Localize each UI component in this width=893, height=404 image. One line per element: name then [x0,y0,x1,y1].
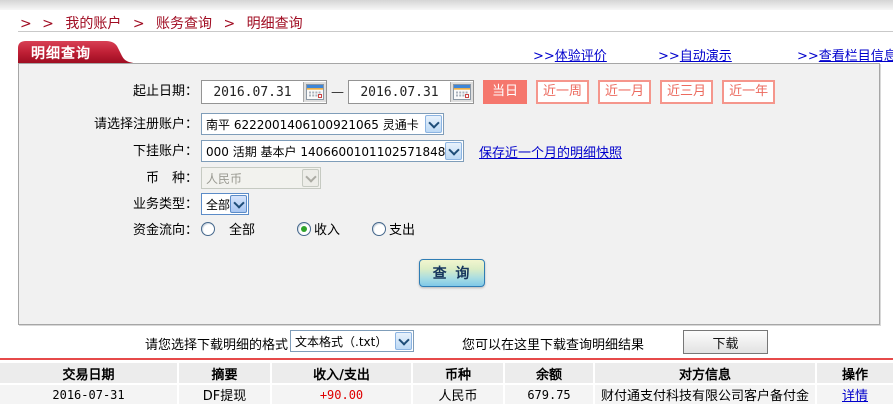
chevron-down-icon [425,115,442,133]
chevron-down-icon [302,169,319,187]
biz-type-label: 业务类型： [19,193,198,217]
date-from-input[interactable]: 2016.07.31 [201,80,327,104]
breadcrumb-prefix: > > [20,16,57,32]
radio-flow-all-label: 全部 [229,219,255,238]
form-row-flow: 资金流向： 全部 收入 支出 [19,219,879,245]
link-label: 查看栏目信息 [819,49,893,64]
flow-label: 资金流向： [19,219,198,243]
quick-button-today[interactable]: 当日 [483,80,527,104]
download-format-value: 文本格式（.txt） [295,333,395,350]
quick-button-last-month[interactable]: 近一月 [598,80,651,104]
breadcrumb-detail-query[interactable]: 明细查询 [247,16,303,32]
form-row-currency: 币 种： 人民币 [19,167,879,193]
download-hint: 您可以在这里下载查询明细结果 [462,334,644,353]
table-row: 2016-07-31 DF提现 +90.00 人民币 679.75 财付通支付科… [0,385,893,404]
table-top-divider [0,358,893,360]
link-label: 自动演示 [680,49,732,64]
biz-type-value: 全部 [206,196,230,213]
link-prefix: >> [797,49,819,64]
chevron-down-icon [230,195,247,213]
save-snapshot-link[interactable]: 保存近一个月的明细快照 [479,142,622,161]
calendar-icon[interactable] [450,82,473,102]
cell-summary: DF提现 [177,385,270,404]
date-range-separator: — [331,85,344,100]
download-button[interactable]: 下载 [683,330,768,354]
form-row-registered-account: 请选择注册账户： 南平 6222001406100921065 灵通卡 [19,113,879,139]
link-experience-review[interactable]: >>体验评价 [533,45,607,64]
query-button[interactable]: 查 询 [419,259,485,287]
registered-account-select[interactable]: 南平 6222001406100921065 灵通卡 [201,113,444,135]
link-view-column-info[interactable]: >>查看栏目信息 [797,45,893,64]
sub-account-value: 000 活期 基本户 1406600101102571848 [206,143,445,160]
col-header-action: 操作 [815,363,893,385]
date-from-value: 2016.07.31 [202,85,303,100]
currency-select: 人民币 [201,167,321,189]
divider [18,31,893,32]
breadcrumb-separator: > [223,16,235,32]
col-header-currency: 币种 [411,363,503,385]
breadcrumb-my-account[interactable]: 我的账户 [65,16,121,32]
form-row-sub-account: 下挂账户： 000 活期 基本户 1406600101102571848 保存近… [19,140,879,166]
detail-link[interactable]: 详情 [842,389,868,404]
quick-button-last-week[interactable]: 近一周 [536,80,589,104]
registered-account-label: 请选择注册账户： [19,113,198,137]
col-header-amount: 收入/支出 [270,363,411,385]
sub-account-label: 下挂账户： [19,140,198,164]
link-prefix: >> [533,49,555,64]
currency-label: 币 种： [19,167,198,191]
top-strip [0,0,893,10]
col-header-counterparty: 对方信息 [593,363,815,385]
currency-value: 人民币 [206,170,302,187]
cell-counterparty: 财付通支付科技有限公司客户备付金 [593,385,815,404]
cell-currency: 人民币 [411,385,503,404]
cell-date: 2016-07-31 [0,385,177,404]
breadcrumb: > > 我的账户 > 账务查询 > 明细查询 [20,13,303,33]
table-header-row: 交易日期 摘要 收入/支出 币种 余额 对方信息 操作 [0,363,893,385]
breadcrumb-separator: > [133,16,145,32]
cell-action: 详情 [815,385,893,404]
calendar-icon[interactable] [303,82,326,102]
download-format-label: 请您选择下载明细的格式 [100,334,288,353]
cell-amount: +90.00 [270,385,411,404]
biz-type-select[interactable]: 全部 [201,193,249,215]
page-title: 明细查询 [31,43,91,63]
link-auto-demo[interactable]: >>自动演示 [658,45,732,64]
date-to-input[interactable]: 2016.07.31 [348,80,474,104]
cell-balance: 679.75 [503,385,593,404]
date-to-value: 2016.07.31 [349,85,450,100]
sub-account-select[interactable]: 000 活期 基本户 1406600101102571848 [201,140,464,162]
quick-button-last-3-months[interactable]: 近三月 [660,80,713,104]
link-prefix: >> [658,49,680,64]
tab-detail-query[interactable]: 明细查询 [18,41,136,63]
radio-flow-income-label: 收入 [314,219,340,238]
col-header-summary: 摘要 [177,363,270,385]
form-row-biz-type: 业务类型： 全部 [19,193,879,219]
radio-flow-income[interactable] [297,222,311,236]
form-row-date: 起止日期： 2016.07.31 — [19,80,879,106]
breadcrumb-account-query[interactable]: 账务查询 [156,16,212,32]
registered-account-value: 南平 6222001406100921065 灵通卡 [206,116,425,133]
col-header-date: 交易日期 [0,363,177,385]
link-label: 体验评价 [555,49,607,64]
radio-flow-expense-label: 支出 [389,219,415,238]
date-range-label: 起止日期： [19,80,198,104]
quick-button-last-year[interactable]: 近一年 [722,80,775,104]
chevron-down-icon [395,332,412,350]
download-format-select[interactable]: 文本格式（.txt） [290,330,414,352]
radio-flow-expense[interactable] [372,222,386,236]
radio-flow-all[interactable] [201,222,215,236]
chevron-down-icon [445,142,462,160]
col-header-balance: 余额 [503,363,593,385]
results-table: 交易日期 摘要 收入/支出 币种 余额 对方信息 操作 2016-07-31 D… [0,363,893,404]
query-form-panel: 起止日期： 2016.07.31 — [18,63,880,325]
